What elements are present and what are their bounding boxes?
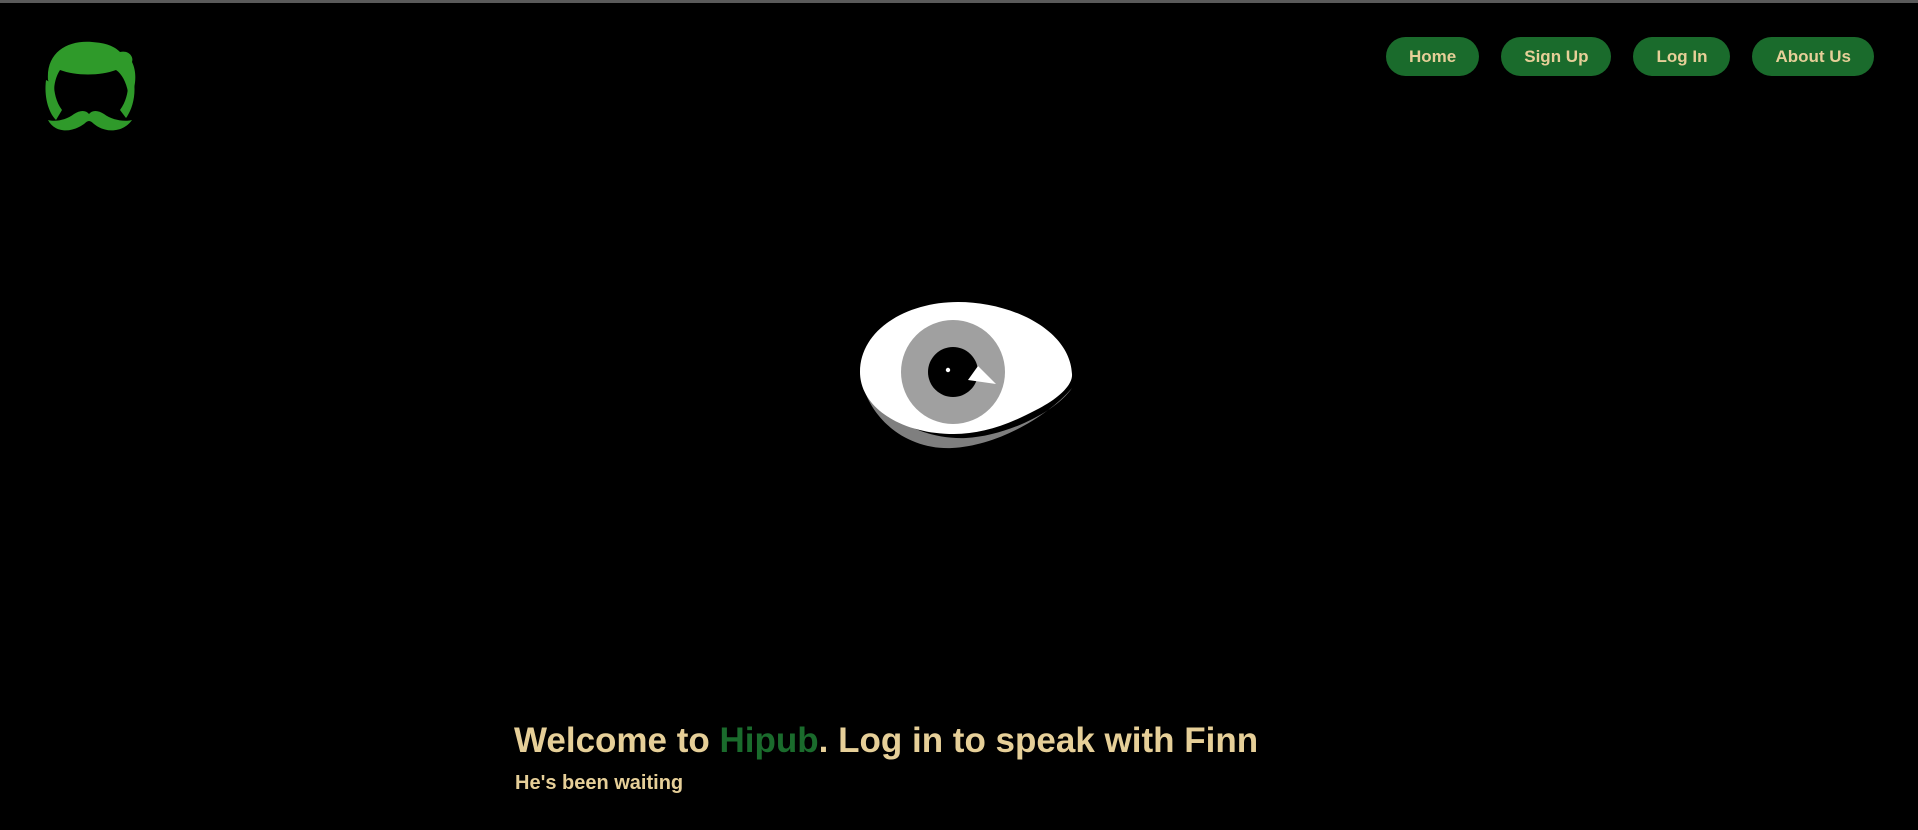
about-us-button[interactable]: About Us	[1752, 37, 1874, 76]
eye-icon	[856, 300, 1076, 450]
sign-up-button[interactable]: Sign Up	[1501, 37, 1612, 76]
home-button[interactable]: Home	[1386, 37, 1480, 76]
hipster-head-logo-icon[interactable]	[40, 36, 138, 134]
welcome-prefix: Welcome to	[514, 721, 720, 760]
welcome-suffix: . Log in to speak with Finn	[818, 721, 1259, 760]
top-navigation: Home Sign Up Log In About Us	[1386, 37, 1874, 76]
subtitle: He's been waiting	[515, 772, 684, 794]
brand-name: Hipub	[719, 721, 819, 760]
log-in-button[interactable]: Log In	[1633, 37, 1731, 76]
welcome-heading: Welcome to Hipub. Log in to speak with F…	[514, 721, 1258, 761]
page: Home Sign Up Log In About Us Welcome to …	[0, 0, 1918, 830]
